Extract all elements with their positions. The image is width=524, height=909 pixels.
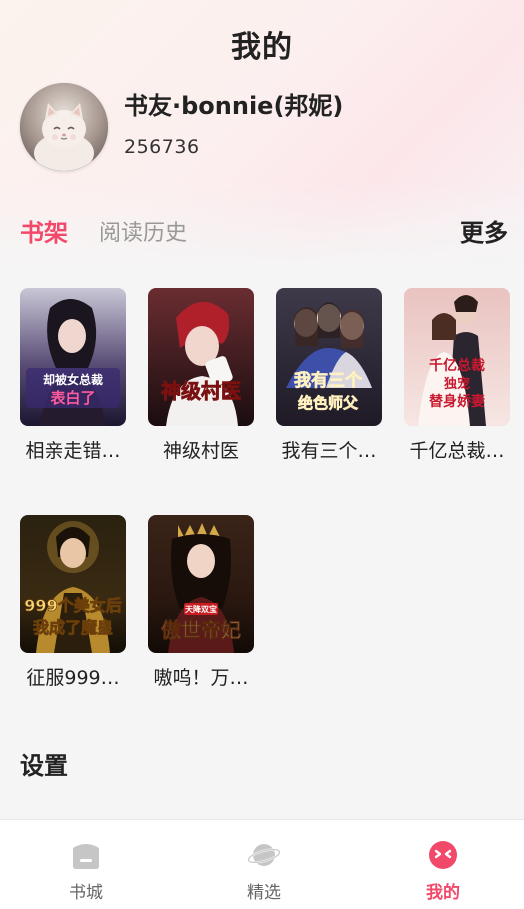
book-item[interactable]: 天降双宝 傲世帝妃 嗷呜！万… <box>148 515 254 690</box>
book-cover-image: 天降双宝 傲世帝妃 <box>148 515 254 653</box>
cover-text: 神级村医 <box>161 379 241 403</box>
tab-featured[interactable]: 精选 <box>204 820 324 909</box>
cover-text: 表白了 <box>50 389 95 407</box>
avatar[interactable] <box>20 83 108 171</box>
cover-text: 却被女总裁 <box>43 372 103 387</box>
book-title[interactable]: 神级村医 <box>148 436 254 463</box>
book-title[interactable]: 征服999… <box>20 663 126 690</box>
cover-text: 999个美女后 <box>24 596 121 615</box>
avatar-cat-image <box>20 83 108 171</box>
cover-text: 我有三个 <box>294 370 363 391</box>
book-item[interactable]: 却被女总裁 表白了 相亲走错… <box>20 288 126 463</box>
book-item[interactable]: 千亿总裁 独宠 替身娇妻 千亿总裁… <box>404 288 510 463</box>
book-title[interactable]: 千亿总裁… <box>404 436 510 463</box>
cover-text: 我成了魔皇 <box>33 618 113 637</box>
tab-reading-history[interactable]: 阅读历史 <box>99 215 187 247</box>
tab-label: 精选 <box>247 883 281 903</box>
cover-text: 天降双宝 <box>185 604 217 614</box>
book-title[interactable]: 嗷呜！万… <box>148 663 254 690</box>
tab-label: 书城 <box>69 883 103 903</box>
cover-text: 替身娇妻 <box>429 393 485 410</box>
book-item[interactable]: 神级村医 神级村医 <box>148 288 254 463</box>
book-cover-image: 我有三个 绝色师父 <box>276 288 382 426</box>
book-cover[interactable]: 我有三个 绝色师父 <box>276 288 382 426</box>
book-cover-image: 千亿总裁 独宠 替身娇妻 <box>404 288 510 426</box>
page-title: 我的 <box>231 30 293 65</box>
book-cover-image: 神级村医 <box>148 288 254 426</box>
cover-text: 绝色师父 <box>298 394 359 412</box>
user-name: 书友·bonnie(邦妮) <box>124 92 344 120</box>
book-cover[interactable]: 999个美女后 我成了魔皇 <box>20 515 126 653</box>
book-cover[interactable]: 千亿总裁 独宠 替身娇妻 <box>404 288 510 426</box>
mine-face-icon <box>429 841 457 869</box>
more-button[interactable]: 更多 <box>460 213 508 248</box>
cover-text: 傲世帝妃 <box>161 618 241 642</box>
book-cover-image: 999个美女后 我成了魔皇 <box>20 515 126 653</box>
bookstore-icon <box>73 844 99 869</box>
book-title[interactable]: 相亲走错… <box>20 436 126 463</box>
planet-icon <box>247 844 281 866</box>
bottom-tab-bar: 书城 精选 我的 <box>0 819 524 909</box>
tab-bookshelf[interactable]: 书架 <box>20 213 68 248</box>
tab-mine[interactable]: 我的 <box>383 820 503 909</box>
book-cover[interactable]: 却被女总裁 表白了 <box>20 288 126 426</box>
header-fade <box>0 180 524 270</box>
book-title[interactable]: 我有三个… <box>276 436 382 463</box>
cover-text: 独宠 <box>444 376 470 392</box>
cover-text: 千亿总裁 <box>429 357 485 374</box>
book-item[interactable]: 我有三个 绝色师父 我有三个… <box>276 288 382 463</box>
tab-label: 我的 <box>426 883 460 903</box>
user-id: 256736 <box>124 136 200 158</box>
settings-title[interactable]: 设置 <box>20 746 68 781</box>
book-item[interactable]: 999个美女后 我成了魔皇 征服999… <box>20 515 126 690</box>
book-cover-image: 却被女总裁 表白了 <box>20 288 126 426</box>
tab-bookstore[interactable]: 书城 <box>26 820 146 909</box>
book-cover[interactable]: 天降双宝 傲世帝妃 <box>148 515 254 653</box>
book-cover[interactable]: 神级村医 <box>148 288 254 426</box>
